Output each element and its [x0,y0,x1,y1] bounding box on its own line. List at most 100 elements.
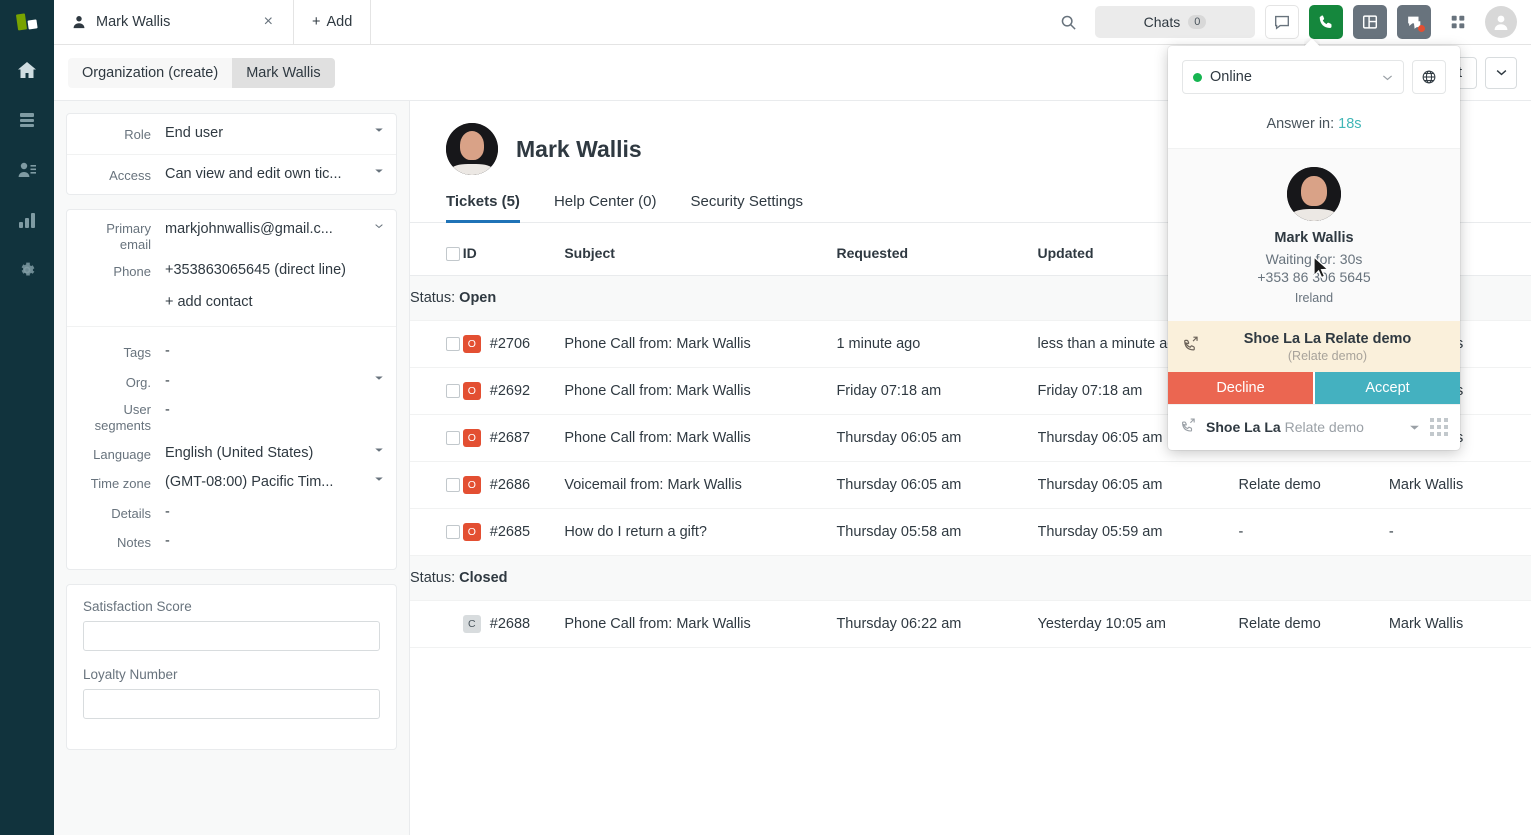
select-all-checkbox[interactable] [446,247,460,261]
sidebar-item-views[interactable] [0,95,54,145]
message-icon[interactable] [1265,5,1299,39]
chevron-down-icon[interactable] [368,123,384,133]
phone-icon[interactable] [1309,5,1343,39]
chevron-down-icon[interactable] [1409,418,1420,436]
cell-requested: Thursday 06:22 am [836,601,1037,648]
field-value: - [165,371,368,392]
field-language[interactable]: Language English (United States) [67,439,396,469]
cell-assignee: Mark Wallis [1389,601,1531,648]
agent-status-select[interactable]: Online [1182,60,1404,94]
table-row[interactable]: O#2686 Voicemail from: Mark Wallis Thurs… [410,462,1531,509]
add-contact-row[interactable]: + add contact [67,290,396,326]
breadcrumb-segment-mark-wallis[interactable]: Mark Wallis [232,58,334,88]
cell-requested: 1 minute ago [836,321,1037,368]
satisfaction-score-label: Satisfaction Score [83,599,380,614]
tab-tickets[interactable]: Tickets (5) [446,193,520,223]
zendesk-logo [0,0,54,45]
field-label: Role [79,123,165,145]
user-avatar-icon[interactable] [1485,6,1517,38]
caller-phone-number: +353 86 306 5645 [1168,269,1460,287]
field-label: Phone [79,260,165,282]
status-badge: O [463,429,481,447]
chevron-down-icon[interactable] [368,443,384,453]
loyalty-number-input[interactable] [83,689,380,719]
status-badge: O [463,476,481,494]
apps-grid-icon[interactable] [1441,5,1475,39]
close-icon[interactable]: × [258,10,279,34]
dialpad-icon[interactable] [1430,418,1448,436]
field-notes[interactable]: Notes - [67,527,396,569]
column-header-subject[interactable]: Subject [564,223,836,276]
incoming-line-title: Shoe La La Relate demo [1244,331,1412,347]
field-label: Language [79,443,165,465]
field-phone[interactable]: Phone +353863065645 (direct line) [67,256,396,291]
cell-group: - [1239,509,1389,556]
cell-group: Relate demo [1239,462,1389,509]
table-row[interactable]: C#2688 Phone Call from: Mark Wallis Thur… [410,601,1531,648]
field-value: - [165,400,384,421]
caller-avatar [1287,167,1341,221]
column-header-requested[interactable]: Requested [836,223,1037,276]
accept-button[interactable]: Accept [1315,372,1460,404]
row-checkbox[interactable] [446,525,460,539]
cell-subject: How do I return a gift? [564,509,836,556]
workspace-tab-mark-wallis[interactable]: Mark Wallis × [54,0,294,44]
field-time-zone[interactable]: Time zone (GMT-08:00) Pacific Tim... [67,468,396,498]
cell-group: Relate demo [1239,601,1389,648]
chevron-down-icon[interactable] [368,164,384,174]
workspace-tab-label: Mark Wallis [96,14,248,30]
field-label: Org. [79,371,165,393]
field-user-segments[interactable]: User segments - [67,396,396,439]
row-checkbox[interactable] [446,478,460,492]
field-org[interactable]: Org. - [67,367,396,397]
field-value: markjohnwallis@gmail.c... [165,219,368,240]
chevron-down-icon[interactable] [368,219,384,229]
globe-icon[interactable] [1412,60,1446,94]
chevron-down-icon[interactable] [368,371,384,381]
cell-id: O #2686 [463,462,565,509]
search-icon[interactable] [1051,5,1085,39]
chevron-down-icon[interactable] [368,472,384,482]
cell-assignee: Mark Wallis [1389,462,1531,509]
row-checkbox[interactable] [446,384,460,398]
answer-countdown-value: 18s [1338,116,1361,132]
contact-card: Primary email markjohnwallis@gmail.c... … [66,209,397,570]
column-header-id[interactable]: ID [463,223,565,276]
chevron-down-icon[interactable] [1485,57,1517,89]
chats-button[interactable]: Chats 0 [1095,6,1255,38]
field-access[interactable]: Access Can view and edit own tic... [67,155,396,195]
field-label: Access [79,164,165,186]
status-value: Closed [459,570,507,586]
field-role[interactable]: Role End user [67,114,396,155]
field-tags[interactable]: Tags - [67,327,396,367]
row-checkbox[interactable] [446,337,460,351]
plus-icon: + [312,14,320,30]
satisfaction-score-input[interactable] [83,621,380,651]
status-badge: O [463,335,481,353]
decline-button[interactable]: Decline [1168,372,1313,404]
sidebar-item-admin[interactable] [0,245,54,295]
talk-notification-icon[interactable] [1397,5,1431,39]
status-prefix: Status: [410,290,455,306]
ticket-id: #2686 [490,477,530,493]
field-primary-email[interactable]: Primary email markjohnwallis@gmail.c... [67,210,396,256]
breadcrumb: Organization (create) Mark Wallis [68,58,335,88]
caller-details: Mark Wallis Waiting for: 30s +353 86 306… [1168,149,1460,321]
sidebar-item-customers[interactable] [0,145,54,195]
breadcrumb-segment-organization[interactable]: Organization (create) [68,58,232,88]
notification-dot [1418,25,1425,32]
custom-fields-card: Satisfaction Score Loyalty Number [66,584,397,750]
field-value: (GMT-08:00) Pacific Tim... [165,472,368,493]
status-badge: O [463,382,481,400]
row-checkbox[interactable] [446,431,460,445]
tab-help-center[interactable]: Help Center (0) [554,193,657,223]
ticket-id: #2706 [490,336,530,352]
sidebar-item-reporting[interactable] [0,195,54,245]
table-row[interactable]: O#2685 How do I return a gift? Thursday … [410,509,1531,556]
field-details[interactable]: Details - [67,498,396,528]
panel-icon[interactable] [1353,5,1387,39]
tab-security-settings[interactable]: Security Settings [690,193,803,223]
add-tab-button[interactable]: + Add [294,0,371,44]
add-contact-button[interactable]: + add contact [165,292,252,312]
sidebar-item-home[interactable] [0,45,54,95]
